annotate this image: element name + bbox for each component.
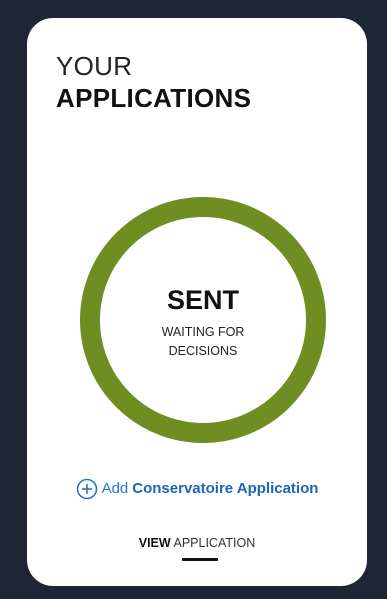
view-application-link[interactable]: VIEW APPLICATION (27, 534, 367, 552)
screen: YOUR APPLICATIONS SENT WAITING FOR DECIS… (0, 0, 387, 599)
add-target-label: Conservatoire Application (132, 480, 319, 497)
heading-your: YOUR (56, 51, 133, 81)
status-subtitle: WAITING FOR DECISIONS (161, 325, 245, 358)
plus-circle-icon (76, 478, 98, 500)
add-conservatoire-application-button[interactable]: Add Conservatoire Application (27, 478, 367, 500)
add-label: Add (101, 480, 129, 497)
heading-applications: APPLICATIONS (56, 83, 252, 113)
view-label-strong: VIEW (138, 536, 171, 550)
applications-card: YOUR APPLICATIONS SENT WAITING FOR DECIS… (27, 18, 367, 586)
view-link-underline (182, 558, 218, 561)
status-title: SENT (166, 285, 239, 315)
view-label: APPLICATION (173, 536, 256, 550)
status-center: SENT WAITING FOR DECISIONS (80, 197, 326, 443)
